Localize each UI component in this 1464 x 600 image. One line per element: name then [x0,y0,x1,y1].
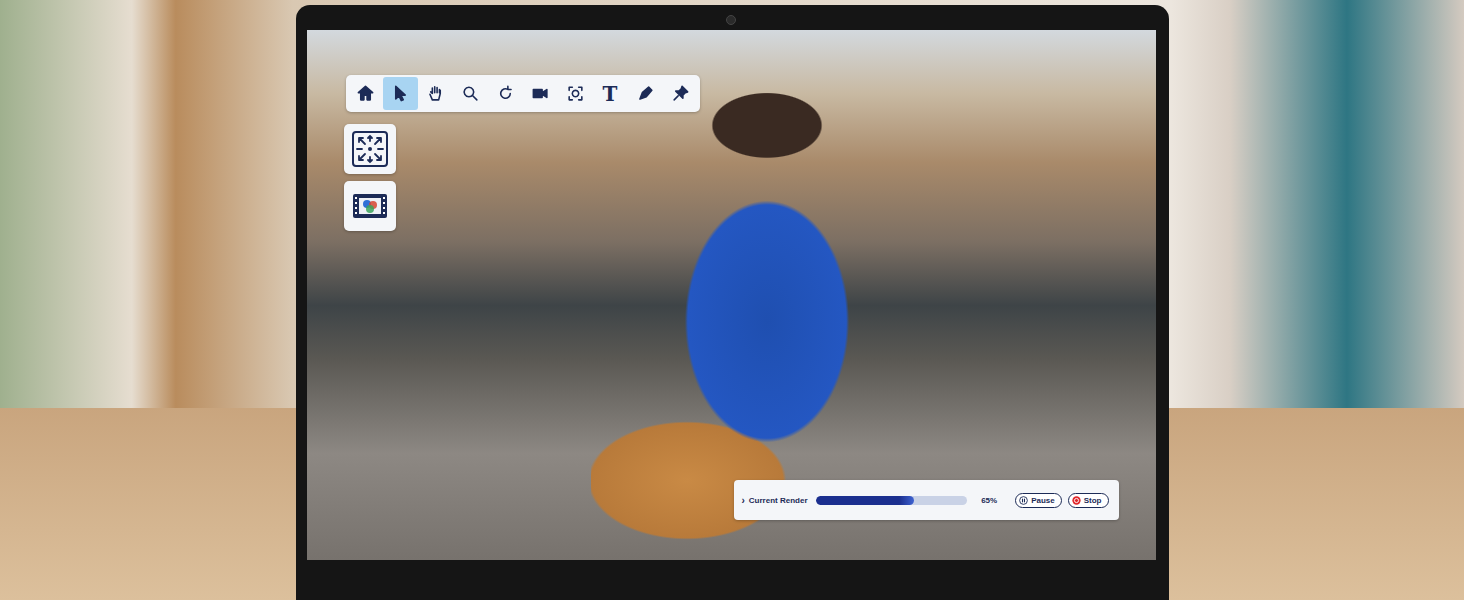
pause-icon [1019,496,1028,505]
render-panel: › Current Render 65% Pause Stop [734,480,1119,520]
hand-icon [426,84,445,103]
tool-button[interactable] [523,77,558,110]
home-icon [356,84,375,103]
tool-button[interactable] [488,77,523,110]
fit-button[interactable] [344,124,396,174]
progress-bar [816,496,968,505]
pen-icon [636,84,655,103]
webcam-icon [726,15,736,25]
laptop: T › Current Render 65% Pause Stop [296,5,1169,600]
toolbar: T [346,75,700,112]
film-icon [350,186,390,226]
expander-glyph: › [742,495,745,506]
tool-button[interactable] [628,77,663,110]
side-tools [344,124,396,231]
tool-button[interactable] [348,77,383,110]
render-buttons: Pause Stop [1015,493,1108,508]
tool-button[interactable] [453,77,488,110]
render-title: Current Render [749,496,808,505]
progress-fill [816,496,915,505]
expand-arrows-icon [350,129,390,169]
render-label[interactable]: › Current Render [742,495,808,506]
pause-button[interactable]: Pause [1015,493,1062,508]
tool-button[interactable] [558,77,593,110]
text-tool-glyph: T [603,84,618,104]
tool-button[interactable]: T [593,77,628,110]
magnifier-icon [461,84,480,103]
stop-icon [1072,496,1081,505]
video-camera-icon [531,84,550,103]
tool-button[interactable] [418,77,453,110]
rotate-icon [496,84,515,103]
stop-button[interactable]: Stop [1068,493,1109,508]
pin-icon [671,84,690,103]
room-scene: T › Current Render 65% Pause Stop [0,0,1464,600]
screen: T › Current Render 65% Pause Stop [307,30,1156,560]
pointer-icon [391,84,410,103]
focus-icon [566,84,585,103]
progress-reading: 65% [981,496,997,505]
tool-button[interactable] [663,77,698,110]
tool-button[interactable] [383,77,418,110]
media-button[interactable] [344,181,396,231]
